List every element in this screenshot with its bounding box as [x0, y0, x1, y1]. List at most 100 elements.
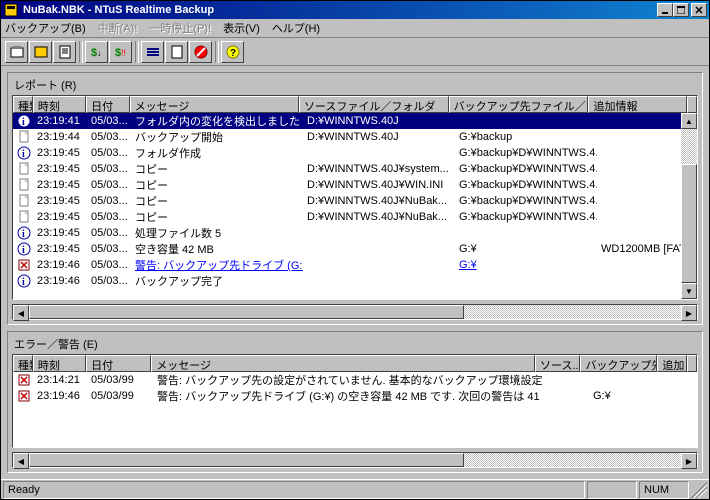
table-row[interactable]: i23:19:4105/03...フォルダ内の変化を検出しましたD:¥WINNT…	[13, 113, 697, 129]
report-header[interactable]: 種類時刻日付メッセージソースファイル／フォルダバックアップ先ファイル／フォ...…	[13, 96, 697, 113]
report-vscroll[interactable]: ▲ ▼	[681, 113, 697, 299]
column-header[interactable]: ソース...	[535, 355, 580, 372]
scroll-thumb[interactable]	[29, 305, 464, 319]
svg-text:↓: ↓	[97, 48, 102, 58]
column-header[interactable]: 種類	[13, 96, 33, 113]
menu-pause[interactable]: 一時停止(P)!	[149, 20, 211, 36]
cell: 05/03...	[87, 147, 131, 159]
table-row[interactable]: i23:19:4505/03...処理ファイル数 5	[13, 225, 697, 241]
report-body[interactable]: i23:19:4105/03...フォルダ内の変化を検出しましたD:¥WINNT…	[13, 113, 697, 299]
doc-icon	[17, 178, 31, 192]
errors-listview[interactable]: 種類時刻日付メッセージソース...バックアップ先...追加 23:14:2105…	[12, 354, 698, 448]
cell	[13, 373, 33, 387]
cell: 05/03...	[87, 211, 131, 223]
scroll-left-icon[interactable]: ◀	[13, 453, 29, 469]
cell: コピー	[131, 161, 303, 177]
toolbar-btn-help[interactable]: ?	[221, 41, 244, 63]
cell: 処理ファイル数 5	[131, 225, 303, 241]
cell: 空き容量 42 MB	[131, 241, 303, 257]
cell: コピー	[131, 209, 303, 225]
toolbar-btn-1[interactable]	[5, 41, 28, 63]
cell: D:¥WINNTWS.40J	[303, 131, 455, 143]
cell: 警告: バックアップ先の設定がされていません. 基本的なバックアップ環境設定のた…	[153, 372, 543, 388]
cell: D:¥WINNTWS.40J¥WIN.INI	[303, 179, 455, 191]
scroll-thumb[interactable]	[29, 453, 464, 467]
scroll-down-icon[interactable]: ▼	[681, 283, 697, 299]
column-header[interactable]: 追加	[657, 355, 687, 372]
table-row[interactable]: i23:19:4505/03...フォルダ作成G:¥backup¥D¥WINNT…	[13, 145, 697, 161]
scroll-thumb[interactable]	[681, 164, 697, 283]
cell: 警告: バックアップ先ドライブ (G:¥) の空き容量 42 MB です. 次回…	[153, 388, 543, 404]
cell	[13, 162, 33, 176]
svg-text:i: i	[22, 245, 25, 256]
table-row[interactable]: 23:19:4605/03...警告: バックアップ先ドライブ (G:¥...G…	[13, 257, 697, 273]
toolbar-btn-money2[interactable]: $!!	[109, 41, 132, 63]
titlebar[interactable]: NuBak.NBK - NTuS Realtime Backup	[1, 1, 709, 19]
maximize-button[interactable]	[673, 3, 689, 17]
errors-body[interactable]: 23:14:2105/03/99警告: バックアップ先の設定がされていません. …	[13, 372, 697, 447]
table-row[interactable]: 23:14:2105/03/99警告: バックアップ先の設定がされていません. …	[13, 372, 697, 388]
column-header[interactable]: バックアップ先...	[580, 355, 657, 372]
cell: 23:19:46	[33, 390, 87, 402]
table-row[interactable]: i23:19:4605/03...バックアップ完了	[13, 273, 697, 289]
menu-view[interactable]: 表示(V)	[223, 20, 260, 36]
toolbar-btn-doc[interactable]	[165, 41, 188, 63]
cell: G:¥backup¥D¥WINNTWS.4...	[455, 163, 597, 175]
scroll-up-icon[interactable]: ▲	[681, 113, 697, 129]
resize-grip[interactable]	[691, 482, 707, 498]
column-header[interactable]: 時刻	[33, 96, 86, 113]
cell: 23:19:45	[33, 211, 87, 223]
menu-backup[interactable]: バックアップ(B)	[5, 20, 86, 36]
column-header[interactable]: 追加情報	[588, 96, 687, 113]
svg-text:i: i	[22, 149, 25, 160]
warn-icon	[17, 389, 31, 403]
toolbar-btn-2[interactable]	[29, 41, 52, 63]
cell	[13, 210, 33, 224]
column-header[interactable]: ソースファイル／フォルダ	[299, 96, 449, 113]
cell: i	[13, 242, 33, 256]
cell: G:¥backup	[455, 131, 597, 143]
table-row[interactable]: 23:19:4505/03...コピーD:¥WINNTWS.40J¥NuBak.…	[13, 193, 697, 209]
cell: i	[13, 146, 33, 160]
report-listview[interactable]: 種類時刻日付メッセージソースファイル／フォルダバックアップ先ファイル／フォ...…	[12, 95, 698, 300]
minimize-button[interactable]	[657, 3, 673, 17]
toolbar-btn-filter[interactable]	[141, 41, 164, 63]
table-row[interactable]: i23:19:4505/03...空き容量 42 MBG:¥WD1200MB […	[13, 241, 697, 257]
table-row[interactable]: 23:19:4405/03...バックアップ開始D:¥WINNTWS.40JG:…	[13, 129, 697, 145]
cell: 23:19:45	[33, 243, 87, 255]
scroll-left-icon[interactable]: ◀	[13, 305, 29, 321]
errors-hscroll[interactable]: ◀ ▶	[12, 452, 698, 468]
column-header[interactable]: メッセージ	[151, 355, 535, 372]
menu-abort[interactable]: 中断(A)!	[98, 20, 138, 36]
close-button[interactable]	[691, 3, 707, 17]
cell: 05/03...	[87, 163, 131, 175]
table-row[interactable]: 23:19:4505/03...コピーD:¥WINNTWS.40J¥WIN.IN…	[13, 177, 697, 193]
toolbar-btn-stop[interactable]	[189, 41, 212, 63]
table-row[interactable]: 23:19:4505/03...コピーD:¥WINNTWS.40J¥NuBak.…	[13, 209, 697, 225]
column-header[interactable]: 種類	[13, 355, 33, 372]
column-header[interactable]: バックアップ先ファイル／フォ...	[449, 96, 589, 113]
column-header[interactable]: 時刻	[33, 355, 86, 372]
report-hscroll[interactable]: ◀ ▶	[12, 304, 698, 320]
doc-icon	[17, 194, 31, 208]
toolbar-btn-money1[interactable]: $↓	[85, 41, 108, 63]
scroll-right-icon[interactable]: ▶	[681, 453, 697, 469]
cell: 05/03...	[87, 275, 131, 287]
cell: G:¥backup¥D¥WINNTWS.4...	[455, 211, 597, 223]
menu-help[interactable]: ヘルプ(H)	[272, 20, 320, 36]
content-area: レポート (R) 種類時刻日付メッセージソースファイル／フォルダバックアップ先フ…	[1, 66, 709, 479]
info-icon: i	[17, 226, 31, 240]
column-header[interactable]: 日付	[86, 96, 129, 113]
warn-icon	[17, 258, 31, 272]
errors-pane: エラー／警告 (E) 種類時刻日付メッセージソース...バックアップ先...追加…	[7, 331, 703, 473]
cell: i	[13, 114, 33, 128]
errors-header[interactable]: 種類時刻日付メッセージソース...バックアップ先...追加	[13, 355, 697, 372]
column-header[interactable]: 日付	[86, 355, 151, 372]
column-header[interactable]: メッセージ	[130, 96, 299, 113]
table-row[interactable]: 23:19:4605/03/99警告: バックアップ先ドライブ (G:¥) の空…	[13, 388, 697, 404]
cell: i	[13, 226, 33, 240]
window-title: NuBak.NBK - NTuS Realtime Backup	[23, 4, 657, 16]
table-row[interactable]: 23:19:4505/03...コピーD:¥WINNTWS.40J¥system…	[13, 161, 697, 177]
scroll-right-icon[interactable]: ▶	[681, 305, 697, 321]
toolbar-btn-3[interactable]	[53, 41, 76, 63]
